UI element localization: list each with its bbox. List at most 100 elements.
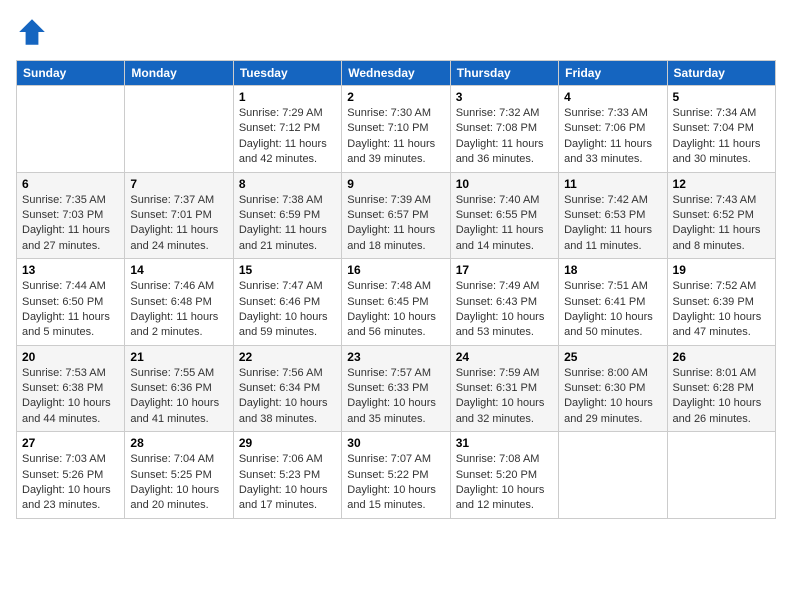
daylight-text: Daylight: 10 hours and 47 minutes. — [673, 311, 762, 338]
day-number: 29 — [239, 436, 336, 450]
day-number: 12 — [673, 177, 770, 191]
sunset-text: Sunset: 6:34 PM — [239, 382, 320, 394]
calendar-header-row: SundayMondayTuesdayWednesdayThursdayFrid… — [17, 61, 776, 86]
sunrise-text: Sunrise: 7:42 AM — [564, 194, 648, 206]
day-info: Sunrise: 7:34 AM Sunset: 7:04 PM Dayligh… — [673, 106, 770, 168]
day-number: 24 — [456, 350, 553, 364]
day-number: 22 — [239, 350, 336, 364]
sunrise-text: Sunrise: 7:47 AM — [239, 280, 323, 292]
weekday-header: Saturday — [667, 61, 775, 86]
sunrise-text: Sunrise: 7:32 AM — [456, 107, 540, 119]
day-number: 28 — [130, 436, 227, 450]
sunset-text: Sunset: 6:36 PM — [130, 382, 211, 394]
daylight-text: Daylight: 10 hours and 53 minutes. — [456, 311, 545, 338]
day-info: Sunrise: 7:29 AM Sunset: 7:12 PM Dayligh… — [239, 106, 336, 168]
calendar-cell: 7 Sunrise: 7:37 AM Sunset: 7:01 PM Dayli… — [125, 172, 233, 259]
calendar-cell: 30 Sunrise: 7:07 AM Sunset: 5:22 PM Dayl… — [342, 432, 450, 519]
sunset-text: Sunset: 5:25 PM — [130, 469, 211, 481]
calendar-cell — [667, 432, 775, 519]
daylight-text: Daylight: 11 hours and 8 minutes. — [673, 224, 761, 251]
calendar-cell: 25 Sunrise: 8:00 AM Sunset: 6:30 PM Dayl… — [559, 345, 667, 432]
sunset-text: Sunset: 6:55 PM — [456, 209, 537, 221]
sunset-text: Sunset: 7:03 PM — [22, 209, 103, 221]
daylight-text: Daylight: 10 hours and 32 minutes. — [456, 397, 545, 424]
calendar-week-row: 6 Sunrise: 7:35 AM Sunset: 7:03 PM Dayli… — [17, 172, 776, 259]
daylight-text: Daylight: 11 hours and 36 minutes. — [456, 138, 544, 165]
day-number: 18 — [564, 263, 661, 277]
page-header — [16, 16, 776, 48]
day-info: Sunrise: 7:37 AM Sunset: 7:01 PM Dayligh… — [130, 193, 227, 255]
sunrise-text: Sunrise: 7:44 AM — [22, 280, 106, 292]
calendar-week-row: 27 Sunrise: 7:03 AM Sunset: 5:26 PM Dayl… — [17, 432, 776, 519]
sunrise-text: Sunrise: 7:40 AM — [456, 194, 540, 206]
daylight-text: Daylight: 11 hours and 21 minutes. — [239, 224, 327, 251]
day-number: 4 — [564, 90, 661, 104]
day-info: Sunrise: 8:01 AM Sunset: 6:28 PM Dayligh… — [673, 366, 770, 428]
day-info: Sunrise: 7:33 AM Sunset: 7:06 PM Dayligh… — [564, 106, 661, 168]
sunrise-text: Sunrise: 7:04 AM — [130, 453, 214, 465]
daylight-text: Daylight: 10 hours and 15 minutes. — [347, 484, 436, 511]
daylight-text: Daylight: 10 hours and 29 minutes. — [564, 397, 653, 424]
sunrise-text: Sunrise: 7:29 AM — [239, 107, 323, 119]
sunrise-text: Sunrise: 7:39 AM — [347, 194, 431, 206]
day-number: 9 — [347, 177, 444, 191]
day-number: 2 — [347, 90, 444, 104]
calendar-cell: 3 Sunrise: 7:32 AM Sunset: 7:08 PM Dayli… — [450, 86, 558, 173]
sunset-text: Sunset: 5:23 PM — [239, 469, 320, 481]
day-number: 21 — [130, 350, 227, 364]
daylight-text: Daylight: 10 hours and 17 minutes. — [239, 484, 328, 511]
logo — [16, 16, 52, 48]
daylight-text: Daylight: 10 hours and 50 minutes. — [564, 311, 653, 338]
day-number: 27 — [22, 436, 119, 450]
calendar-cell: 20 Sunrise: 7:53 AM Sunset: 6:38 PM Dayl… — [17, 345, 125, 432]
day-number: 10 — [456, 177, 553, 191]
sunrise-text: Sunrise: 7:53 AM — [22, 367, 106, 379]
day-number: 20 — [22, 350, 119, 364]
sunrise-text: Sunrise: 8:00 AM — [564, 367, 648, 379]
daylight-text: Daylight: 11 hours and 30 minutes. — [673, 138, 761, 165]
sunrise-text: Sunrise: 7:56 AM — [239, 367, 323, 379]
calendar-cell: 9 Sunrise: 7:39 AM Sunset: 6:57 PM Dayli… — [342, 172, 450, 259]
calendar-cell: 24 Sunrise: 7:59 AM Sunset: 6:31 PM Dayl… — [450, 345, 558, 432]
sunrise-text: Sunrise: 7:59 AM — [456, 367, 540, 379]
day-info: Sunrise: 7:03 AM Sunset: 5:26 PM Dayligh… — [22, 452, 119, 514]
sunrise-text: Sunrise: 7:52 AM — [673, 280, 757, 292]
calendar-cell: 16 Sunrise: 7:48 AM Sunset: 6:45 PM Dayl… — [342, 259, 450, 346]
weekday-header: Tuesday — [233, 61, 341, 86]
calendar-cell: 17 Sunrise: 7:49 AM Sunset: 6:43 PM Dayl… — [450, 259, 558, 346]
sunrise-text: Sunrise: 7:34 AM — [673, 107, 757, 119]
calendar-cell: 10 Sunrise: 7:40 AM Sunset: 6:55 PM Dayl… — [450, 172, 558, 259]
day-info: Sunrise: 7:49 AM Sunset: 6:43 PM Dayligh… — [456, 279, 553, 341]
day-number: 17 — [456, 263, 553, 277]
day-info: Sunrise: 7:39 AM Sunset: 6:57 PM Dayligh… — [347, 193, 444, 255]
day-number: 19 — [673, 263, 770, 277]
day-number: 23 — [347, 350, 444, 364]
sunset-text: Sunset: 6:45 PM — [347, 296, 428, 308]
day-number: 1 — [239, 90, 336, 104]
day-info: Sunrise: 8:00 AM Sunset: 6:30 PM Dayligh… — [564, 366, 661, 428]
sunset-text: Sunset: 7:10 PM — [347, 122, 428, 134]
daylight-text: Daylight: 11 hours and 2 minutes. — [130, 311, 218, 338]
calendar-cell: 29 Sunrise: 7:06 AM Sunset: 5:23 PM Dayl… — [233, 432, 341, 519]
daylight-text: Daylight: 10 hours and 38 minutes. — [239, 397, 328, 424]
sunset-text: Sunset: 6:59 PM — [239, 209, 320, 221]
sunrise-text: Sunrise: 7:35 AM — [22, 194, 106, 206]
sunset-text: Sunset: 5:26 PM — [22, 469, 103, 481]
sunrise-text: Sunrise: 7:57 AM — [347, 367, 431, 379]
daylight-text: Daylight: 10 hours and 26 minutes. — [673, 397, 762, 424]
calendar-cell — [125, 86, 233, 173]
sunrise-text: Sunrise: 7:55 AM — [130, 367, 214, 379]
day-info: Sunrise: 7:08 AM Sunset: 5:20 PM Dayligh… — [456, 452, 553, 514]
sunset-text: Sunset: 6:30 PM — [564, 382, 645, 394]
day-info: Sunrise: 7:06 AM Sunset: 5:23 PM Dayligh… — [239, 452, 336, 514]
calendar-cell: 15 Sunrise: 7:47 AM Sunset: 6:46 PM Dayl… — [233, 259, 341, 346]
sunset-text: Sunset: 6:28 PM — [673, 382, 754, 394]
sunset-text: Sunset: 6:57 PM — [347, 209, 428, 221]
day-info: Sunrise: 7:46 AM Sunset: 6:48 PM Dayligh… — [130, 279, 227, 341]
day-info: Sunrise: 7:38 AM Sunset: 6:59 PM Dayligh… — [239, 193, 336, 255]
day-number: 25 — [564, 350, 661, 364]
daylight-text: Daylight: 11 hours and 14 minutes. — [456, 224, 544, 251]
sunset-text: Sunset: 6:48 PM — [130, 296, 211, 308]
day-info: Sunrise: 7:51 AM Sunset: 6:41 PM Dayligh… — [564, 279, 661, 341]
sunrise-text: Sunrise: 7:38 AM — [239, 194, 323, 206]
